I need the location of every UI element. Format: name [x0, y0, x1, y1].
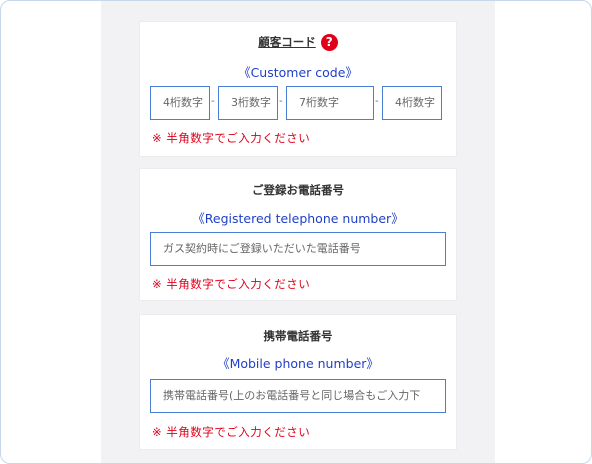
separator-dash: -	[375, 96, 379, 107]
customer-code-field-3[interactable]: 7桁数字	[286, 86, 374, 120]
separator-dash: -	[279, 96, 283, 107]
mobile-phone-note: ※ 半角数字でご入力ください	[152, 425, 311, 439]
registered-phone-input[interactable]: ガス契約時にご登録いただいた電話番号	[150, 232, 446, 266]
mobile-phone-title: 携帯電話番号	[263, 329, 333, 343]
customer-code-field-2[interactable]: 3桁数字	[218, 86, 278, 120]
separator-dash: -	[211, 96, 215, 107]
mobile-phone-section: 携帯電話番号 《Mobile phone number》 携帯電話番号(上のお電…	[139, 314, 457, 450]
screenshot-frame: 顧客コード? 《Customer code》 4桁数字 - 3桁数字 - 7桁数…	[0, 0, 592, 464]
customer-code-field-4[interactable]: 4桁数字	[382, 86, 442, 120]
customer-code-section: 顧客コード? 《Customer code》 4桁数字 - 3桁数字 - 7桁数…	[139, 21, 457, 157]
registered-phone-note: ※ 半角数字でご入力ください	[152, 277, 311, 291]
customer-code-note: ※ 半角数字でご入力ください	[152, 131, 311, 145]
mobile-phone-subtitle: 《Mobile phone number》	[217, 356, 379, 371]
customer-code-label: 顧客コード	[258, 35, 316, 49]
mobile-phone-input[interactable]: 携帯電話番号(上のお電話番号と同じ場合もご入力下	[150, 379, 446, 413]
registered-phone-subtitle: 《Registered telephone number》	[192, 211, 404, 226]
question-circle-icon[interactable]: ?	[320, 34, 338, 51]
customer-code-subtitle: 《Customer code》	[238, 65, 358, 80]
registered-phone-section: ご登録お電話番号 《Registered telephone number》 ガ…	[139, 168, 457, 301]
customer-code-title: 顧客コード?	[140, 34, 456, 51]
registered-phone-title: ご登録お電話番号	[252, 183, 344, 197]
customer-code-field-1[interactable]: 4桁数字	[150, 86, 210, 120]
